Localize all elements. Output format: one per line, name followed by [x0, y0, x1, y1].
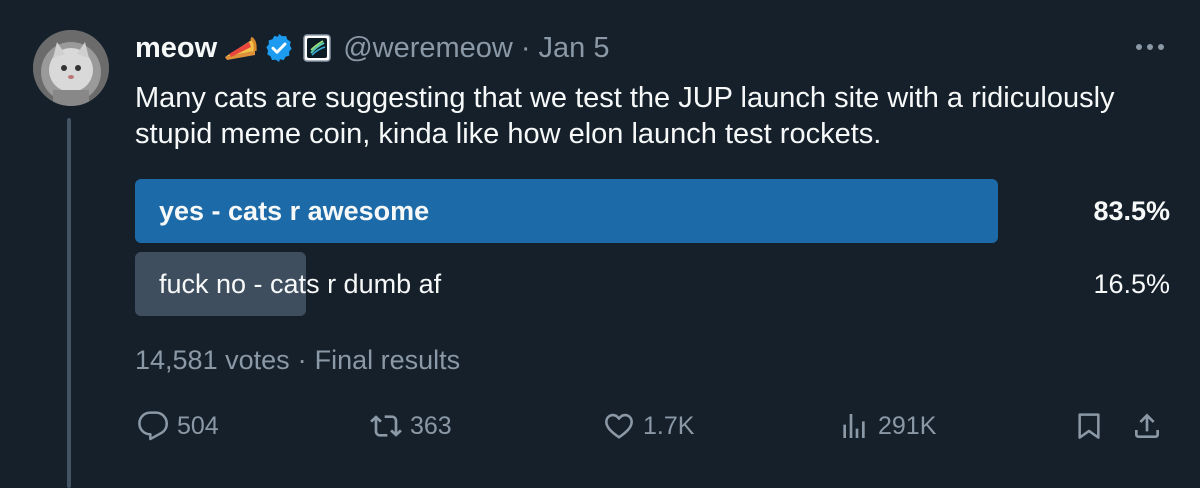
- share-icon: [1135, 413, 1159, 438]
- like-icon: [605, 413, 633, 439]
- poll-votes: 14,581 votes: [135, 345, 290, 375]
- bookmark-button[interactable]: [1073, 403, 1105, 449]
- like-count: 1.7K: [643, 411, 695, 440]
- author-name[interactable]: meow: [135, 32, 217, 65]
- reply-button[interactable]: 504: [137, 403, 219, 449]
- retweet-button[interactable]: 363: [370, 403, 452, 449]
- views-icon: [843, 414, 865, 438]
- views-count: 291K: [878, 411, 937, 440]
- affiliate-badge-icon[interactable]: [303, 34, 331, 62]
- like-button[interactable]: 1.7K: [603, 403, 694, 449]
- bookmark-icon: [1078, 413, 1100, 439]
- more-icon[interactable]: [1130, 32, 1170, 62]
- poll-meta-separator: ·: [297, 345, 307, 375]
- share-button[interactable]: [1131, 403, 1163, 449]
- tweet-text: Many cats are suggesting that we test th…: [135, 82, 1115, 150]
- views-button[interactable]: 291K: [838, 403, 936, 449]
- avatar[interactable]: [33, 30, 109, 106]
- poll-meta: 14,581 votes · Final results: [135, 340, 460, 380]
- reply-icon: [138, 411, 169, 441]
- poll-status: Final results: [314, 345, 461, 375]
- tweet-actions: 504 363 1.7K 291K: [135, 403, 1170, 449]
- header-separator: ·: [520, 31, 531, 64]
- poll-option-percent: 83.5%: [1093, 196, 1170, 226]
- tweet-date[interactable]: Jan 5: [539, 32, 610, 65]
- poll-option: yes - cats r awesome 83.5%: [135, 179, 1170, 243]
- pie-emoji-icon: [225, 36, 257, 60]
- verified-badge-icon[interactable]: [263, 32, 295, 64]
- author-handle[interactable]: @weremeow: [343, 32, 513, 65]
- reply-count: 504: [177, 411, 219, 440]
- poll-option-label: yes - cats r awesome: [159, 196, 430, 226]
- retweet-count: 363: [410, 411, 452, 440]
- poll-option-label: fuck no - cats r dumb af: [159, 269, 442, 299]
- thread-line: [67, 118, 71, 488]
- poll-option-percent: 16.5%: [1093, 269, 1170, 299]
- tweet-header: meow @weremeow · Jan 5: [135, 28, 1170, 68]
- poll-option: fuck no - cats r dumb af 16.5%: [135, 252, 1170, 316]
- retweet-icon: [370, 415, 402, 437]
